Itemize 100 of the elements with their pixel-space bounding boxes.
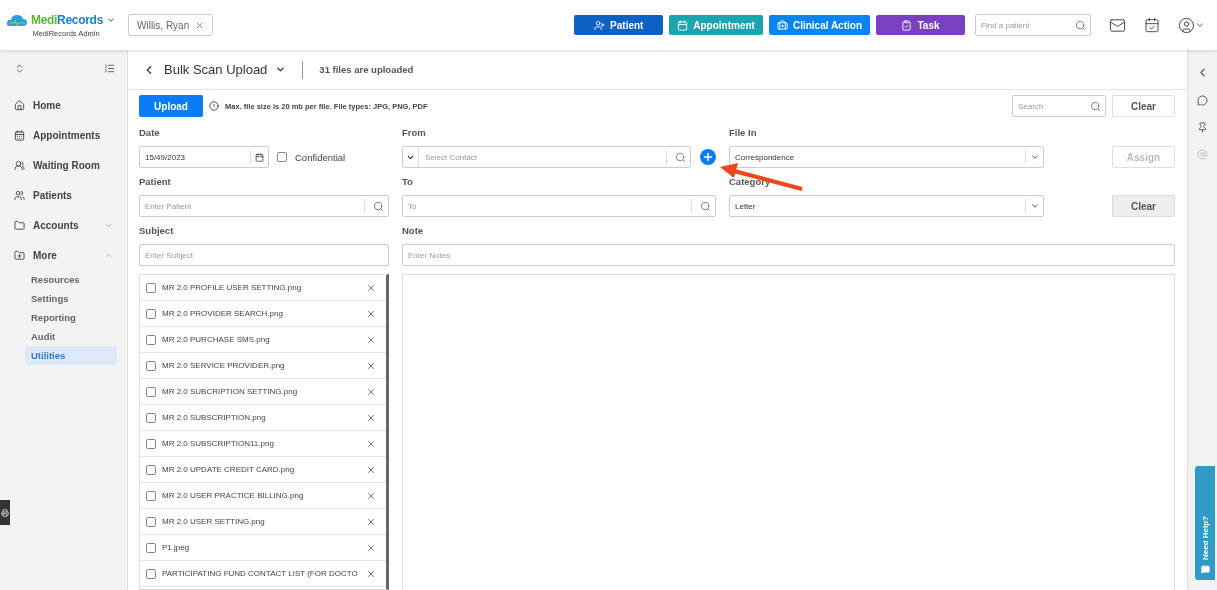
close-icon[interactable] [366, 568, 376, 579]
info-icon [209, 101, 219, 111]
caret-icon[interactable] [275, 64, 287, 75]
user-plus-icon [594, 19, 606, 31]
checkbox[interactable] [146, 516, 156, 527]
file-row[interactable]: PARTICIPATING FUND CONTACT LIST (FOR DOCTO [140, 561, 386, 587]
checkbox[interactable] [146, 464, 156, 475]
checkbox[interactable] [146, 438, 156, 449]
close-icon[interactable] [366, 282, 376, 293]
sidebar-subitem[interactable]: Reporting [25, 308, 117, 327]
mail-icon[interactable] [1109, 16, 1126, 34]
header-action-button[interactable]: Patient [574, 15, 664, 35]
file-row[interactable]: MR 2.0 PROFILE USER SETTING.png [140, 275, 386, 301]
patient-tag[interactable]: Willis, Ryan [128, 14, 214, 36]
sidebar-subitem[interactable]: Resources [25, 270, 117, 289]
sidebar-subitem[interactable]: Utilities [25, 346, 117, 365]
file-in-dropdown[interactable]: Correspondence [729, 146, 1044, 168]
field-label: Note [402, 225, 425, 238]
sidebar-item[interactable]: Accounts [10, 210, 117, 240]
search-icon[interactable] [675, 151, 686, 163]
header-action-button[interactable]: Task [876, 15, 965, 35]
folder-icon [14, 219, 25, 231]
sidebar-item[interactable]: More [10, 240, 117, 270]
file-row[interactable]: MR 2.0 SUBCRIPTION SETTING.png [140, 379, 386, 405]
add-contact-button[interactable] [700, 149, 716, 165]
sidebar-item[interactable]: Appointments [10, 120, 117, 150]
clear-button[interactable]: Clear [1112, 195, 1175, 217]
close-icon[interactable] [366, 308, 376, 319]
sidebar-subitem[interactable]: Audit [25, 327, 117, 346]
category-dropdown[interactable]: Letter [729, 195, 1044, 217]
checkbox[interactable] [146, 412, 156, 423]
search-field[interactable]: Search [1012, 95, 1106, 117]
close-icon[interactable] [366, 360, 376, 371]
checkbox[interactable] [146, 360, 156, 371]
checkbox[interactable] [146, 334, 156, 345]
calendar-icon [14, 129, 25, 141]
file-row[interactable]: MR 2.0 USER SETTING.png [140, 509, 386, 535]
calendar-icon[interactable] [255, 152, 264, 162]
field-label: Subject [139, 225, 175, 238]
home-icon [14, 99, 25, 111]
checkbox[interactable] [146, 308, 156, 319]
side-tab[interactable] [0, 500, 10, 525]
sidebar-item[interactable]: Waiting Room [10, 150, 117, 180]
file-row[interactable]: MR 2.0 USER PRACTICE BILLING.png [140, 483, 386, 509]
calendar-check-icon[interactable] [1144, 17, 1160, 33]
chat-icon[interactable] [1197, 95, 1208, 106]
upload-status: 31 files are uploaded [319, 64, 414, 75]
field-label: Patient [139, 176, 172, 189]
chevron-down-icon [1029, 152, 1040, 162]
sidebar-item[interactable]: Home [10, 90, 117, 120]
close-icon[interactable] [195, 20, 205, 30]
close-icon[interactable] [366, 412, 376, 423]
to-field[interactable]: To [402, 195, 716, 217]
file-row[interactable]: MR 2.0 SERVICE PROVIDER.png [140, 353, 386, 379]
collapse-menu-icon[interactable] [104, 62, 115, 74]
clear-button[interactable]: Clear [1112, 95, 1175, 117]
close-icon[interactable] [366, 334, 376, 345]
file-row[interactable]: MR 2.0 PURCHASE SMS.png [140, 327, 386, 353]
medical-kit-icon [776, 19, 788, 31]
chat-icon [1200, 565, 1210, 574]
search-icon[interactable] [700, 200, 711, 212]
notes-field[interactable]: Enter Notes [402, 244, 1175, 266]
close-icon[interactable] [366, 386, 376, 397]
cloud-logo-icon [5, 12, 28, 27]
folder-plus-icon [14, 249, 25, 261]
calendar-icon [677, 19, 689, 31]
user-avatar-icon[interactable] [1178, 16, 1195, 34]
close-icon[interactable] [366, 438, 376, 449]
clipboard-icon [901, 19, 913, 31]
find-patient-field[interactable]: Find a patient [975, 14, 1091, 36]
up-down-arrow-icon[interactable] [14, 62, 25, 74]
file-row[interactable]: MR 2.0 SUBSCRIPTION.png [140, 405, 386, 431]
checkbox[interactable] [146, 568, 156, 579]
sidebar-item[interactable]: Patients [10, 180, 117, 210]
date-field[interactable]: 15/49/2023 [139, 146, 269, 168]
file-row[interactable]: MR 2.0 UPDATE CREDIT CARD.png [140, 457, 386, 483]
close-icon[interactable] [366, 516, 376, 527]
checkbox[interactable] [146, 490, 156, 501]
header-action-button[interactable]: Clinical Action [768, 15, 870, 35]
search-icon[interactable] [373, 200, 384, 212]
file-row[interactable]: P1.jpeg [140, 535, 386, 561]
file-row[interactable]: MR 2.0 SUBSCRIPTION11.png [140, 431, 386, 457]
checkbox[interactable] [146, 282, 156, 293]
checkbox[interactable] [146, 542, 156, 553]
checkbox[interactable] [277, 152, 287, 162]
page-title[interactable]: Bulk Scan Upload [164, 62, 268, 77]
checkbox[interactable] [146, 386, 156, 397]
subject-field[interactable]: Enter Subject [139, 244, 389, 266]
field-label: From [402, 127, 427, 140]
people-icon [14, 159, 25, 171]
patient-field[interactable]: Enter Patient [139, 195, 389, 217]
sidebar-subitem[interactable]: Settings [25, 289, 117, 308]
close-icon[interactable] [366, 464, 376, 475]
file-row[interactable]: MR 2.0 PROVIDER SEARCH.png [140, 301, 386, 327]
pin-icon[interactable] [1197, 122, 1208, 133]
field-label: To [402, 176, 414, 189]
contact-field[interactable]: Select Contact [402, 146, 691, 168]
upload-button[interactable]: Upload [139, 95, 203, 117]
close-icon[interactable] [366, 490, 376, 501]
close-icon[interactable] [366, 542, 376, 553]
